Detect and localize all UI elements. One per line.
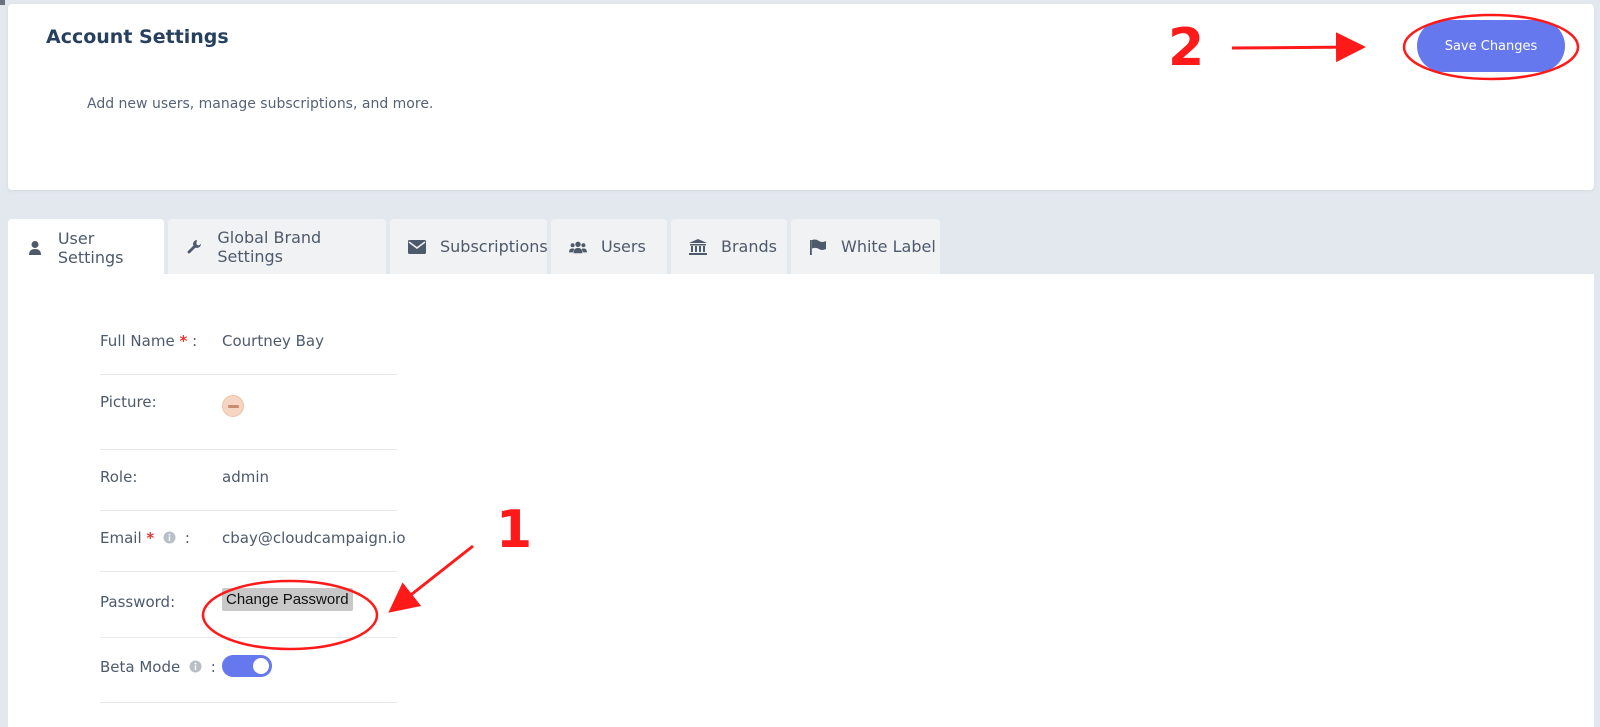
user-icon: [26, 239, 44, 257]
role-value: admin: [222, 468, 269, 486]
beta-mode-label-text: Beta Mode: [100, 658, 181, 676]
password-value: Change Password: [222, 588, 353, 611]
flag-icon: [809, 238, 827, 256]
tab-label: Brands: [721, 237, 777, 256]
picture-row: Picture:: [100, 375, 397, 450]
page-header: Account Settings Add new users, manage s…: [8, 4, 1594, 190]
full-name-value: Courtney Bay: [222, 332, 324, 350]
tab-label: White Label: [841, 237, 936, 256]
info-icon[interactable]: [163, 530, 176, 548]
password-row: Password: Change Password: [100, 572, 397, 638]
tab-white-label[interactable]: White Label: [791, 219, 940, 274]
beta-mode-value: [222, 655, 272, 681]
users-icon: [569, 238, 587, 256]
email-label-text: Email: [100, 529, 142, 547]
annotation-number-1: 1: [496, 500, 533, 560]
beta-mode-row: Beta Mode :: [100, 638, 397, 703]
password-label: Password:: [100, 593, 176, 611]
envelope-icon: [408, 238, 426, 256]
required-marker: *: [146, 529, 155, 547]
beta-mode-toggle[interactable]: [222, 655, 272, 677]
save-changes-button[interactable]: Save Changes: [1417, 20, 1565, 72]
picture-label: Picture:: [100, 393, 157, 411]
tab-global-brand-settings[interactable]: Global Brand Settings: [168, 219, 386, 274]
tab-label: User Settings: [57, 228, 124, 267]
email-label: Email * :: [100, 529, 190, 548]
change-password-button[interactable]: Change Password: [222, 588, 353, 611]
required-marker: *: [179, 332, 188, 350]
email-row: Email * : cbay@cloudcampaign.io: [100, 511, 406, 572]
full-name-row: Full Name * : Courtney Bay: [100, 314, 397, 375]
avatar[interactable]: [222, 395, 244, 417]
picture-value: [222, 395, 244, 421]
annotation-number-2: 2: [1168, 18, 1205, 78]
wrench-icon: [186, 238, 203, 256]
full-name-label-text: Full Name: [100, 332, 175, 350]
email-value: cbay@cloudcampaign.io: [222, 529, 406, 547]
page-subtitle: Add new users, manage subscriptions, and…: [87, 96, 434, 112]
tab-users[interactable]: Users: [551, 219, 667, 274]
beta-mode-label: Beta Mode :: [100, 658, 216, 677]
bank-icon: [689, 238, 707, 256]
page-title: Account Settings: [46, 26, 229, 48]
user-settings-panel: Full Name * : Courtney Bay Picture: Role…: [8, 274, 1594, 727]
tab-label: Global Brand Settings: [217, 227, 322, 266]
window-corner-mark: [0, 0, 5, 5]
role-label: Role:: [100, 468, 138, 486]
full-name-label: Full Name * :: [100, 332, 197, 350]
info-icon[interactable]: [189, 659, 202, 677]
tab-brands[interactable]: Brands: [671, 219, 787, 274]
tab-label: Users: [601, 237, 646, 256]
label-colon: :: [192, 332, 198, 350]
tab-label: Subscriptions: [440, 237, 548, 256]
tab-user-settings[interactable]: User Settings: [8, 219, 164, 276]
role-row: Role: admin: [100, 450, 397, 511]
label-colon: :: [210, 658, 216, 676]
label-colon: :: [184, 529, 190, 547]
toggle-knob: [253, 658, 269, 674]
tab-subscriptions[interactable]: Subscriptions: [390, 219, 548, 274]
